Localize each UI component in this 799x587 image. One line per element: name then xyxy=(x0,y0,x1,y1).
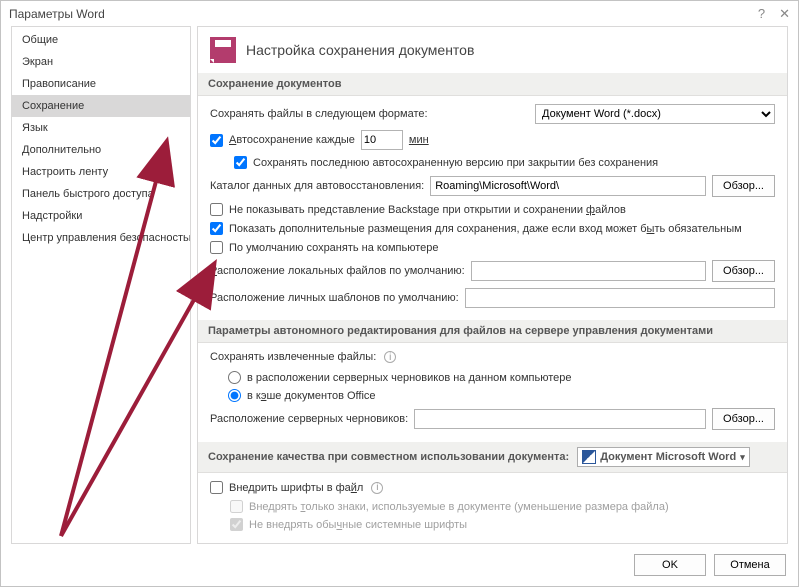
help-icon[interactable]: ? xyxy=(758,6,765,22)
content-pane: Настройка сохранения документов Сохранен… xyxy=(197,26,788,544)
autosave-label: ААвтосохранение каждыевтосохранение кажд… xyxy=(229,134,355,146)
cancel-button[interactable]: Отмена xyxy=(714,554,786,576)
format-select[interactable]: Документ Word (*.docx) xyxy=(535,104,775,124)
autorecover-label: Каталог данных для автовосстановления: xyxy=(210,180,424,192)
radio-office-cache-label: в кэше документов Office xyxy=(247,390,376,402)
autorecover-path[interactable] xyxy=(430,176,706,196)
radio-server-drafts[interactable] xyxy=(228,371,241,384)
word-doc-icon xyxy=(582,450,596,464)
server-drafts-label: Расположение серверных черновиков: xyxy=(210,413,408,425)
help-icon[interactable]: i xyxy=(384,351,396,363)
format-label: Сохранять файлы в следующем формате: xyxy=(210,108,428,120)
embed-fonts-label: Внедрить шрифты в файл xyxy=(229,482,363,494)
section-save-docs: Сохранение документов xyxy=(198,73,787,96)
category-sidebar: Общие Экран Правописание Сохранение Язык… xyxy=(11,26,191,544)
embed-fonts-checkbox[interactable] xyxy=(210,481,223,494)
keep-last-label: Сохранять последнюю автосохраненную верс… xyxy=(253,157,658,169)
sidebar-item-proofing[interactable]: Правописание xyxy=(12,73,190,95)
autosave-minutes[interactable] xyxy=(361,130,403,150)
sidebar-item-addins[interactable]: Надстройки xyxy=(12,205,190,227)
sidebar-item-ribbon[interactable]: Настроить ленту xyxy=(12,161,190,183)
radio-server-drafts-label: в расположении серверных черновиков на д… xyxy=(247,372,571,384)
sidebar-item-display[interactable]: Экран xyxy=(12,51,190,73)
section-offline: Параметры автономного редактирования для… xyxy=(198,320,787,343)
options-dialog: Параметры Word ? ✕ Общие Экран Правописа… xyxy=(0,0,799,587)
section-fidelity: Сохранение качества при совместном испол… xyxy=(198,442,787,473)
server-drafts-path[interactable] xyxy=(414,409,706,429)
local-files-path[interactable] xyxy=(471,261,706,281)
chevron-down-icon: ▾ xyxy=(740,452,745,463)
close-icon[interactable]: ✕ xyxy=(779,6,790,22)
templates-label: Расположение личных шаблонов по умолчани… xyxy=(210,292,459,304)
window-title: Параметры Word xyxy=(9,7,105,21)
show-extra-checkbox[interactable] xyxy=(210,222,223,235)
show-extra-label: Показать дополнительные размещения для с… xyxy=(229,223,742,235)
no-backstage-checkbox[interactable] xyxy=(210,203,223,216)
sidebar-item-general[interactable]: Общие xyxy=(12,29,190,51)
browse-autorecover[interactable]: Обзор... xyxy=(712,175,775,197)
titlebar: Параметры Word ? ✕ xyxy=(1,1,798,26)
default-pc-checkbox[interactable] xyxy=(210,241,223,254)
document-select[interactable]: Документ Microsoft Word ▾ xyxy=(577,447,750,467)
extract-label: Сохранять извлеченные файлы: xyxy=(210,351,376,363)
autosave-checkbox[interactable] xyxy=(210,134,223,147)
keep-last-checkbox[interactable] xyxy=(234,156,247,169)
browse-drafts[interactable]: Обзор... xyxy=(712,408,775,430)
help-icon[interactable]: i xyxy=(371,482,383,494)
sidebar-item-save[interactable]: Сохранение xyxy=(12,95,190,117)
sidebar-item-qat[interactable]: Панель быстрого доступа xyxy=(12,183,190,205)
sidebar-item-language[interactable]: Язык xyxy=(12,117,190,139)
page-title: Настройка сохранения документов xyxy=(246,42,474,58)
autosave-units: мин xyxy=(409,134,429,146)
templates-path[interactable] xyxy=(465,288,775,308)
radio-office-cache[interactable] xyxy=(228,389,241,402)
ok-button[interactable]: OK xyxy=(634,554,706,576)
browse-local[interactable]: Обзор... xyxy=(712,260,775,282)
dialog-footer: OK Отмена xyxy=(1,544,798,586)
sidebar-item-trust[interactable]: Центр управления безопасностью xyxy=(12,227,190,249)
embed-subset-label: Внедрять только знаки, используемые в до… xyxy=(249,501,669,513)
embed-subset-checkbox xyxy=(230,500,243,513)
sidebar-item-advanced[interactable]: Дополнительно xyxy=(12,139,190,161)
no-backstage-label: Не показывать представление Backstage пр… xyxy=(229,204,626,216)
no-sys-fonts-checkbox xyxy=(230,518,243,531)
no-sys-fonts-label: Не внедрять обычные системные шрифты xyxy=(249,519,467,531)
local-files-label: Расположение локальных файлов по умолчан… xyxy=(210,265,465,277)
save-icon xyxy=(210,37,236,63)
default-pc-label: По умолчанию сохранять на компьютере xyxy=(229,242,438,254)
